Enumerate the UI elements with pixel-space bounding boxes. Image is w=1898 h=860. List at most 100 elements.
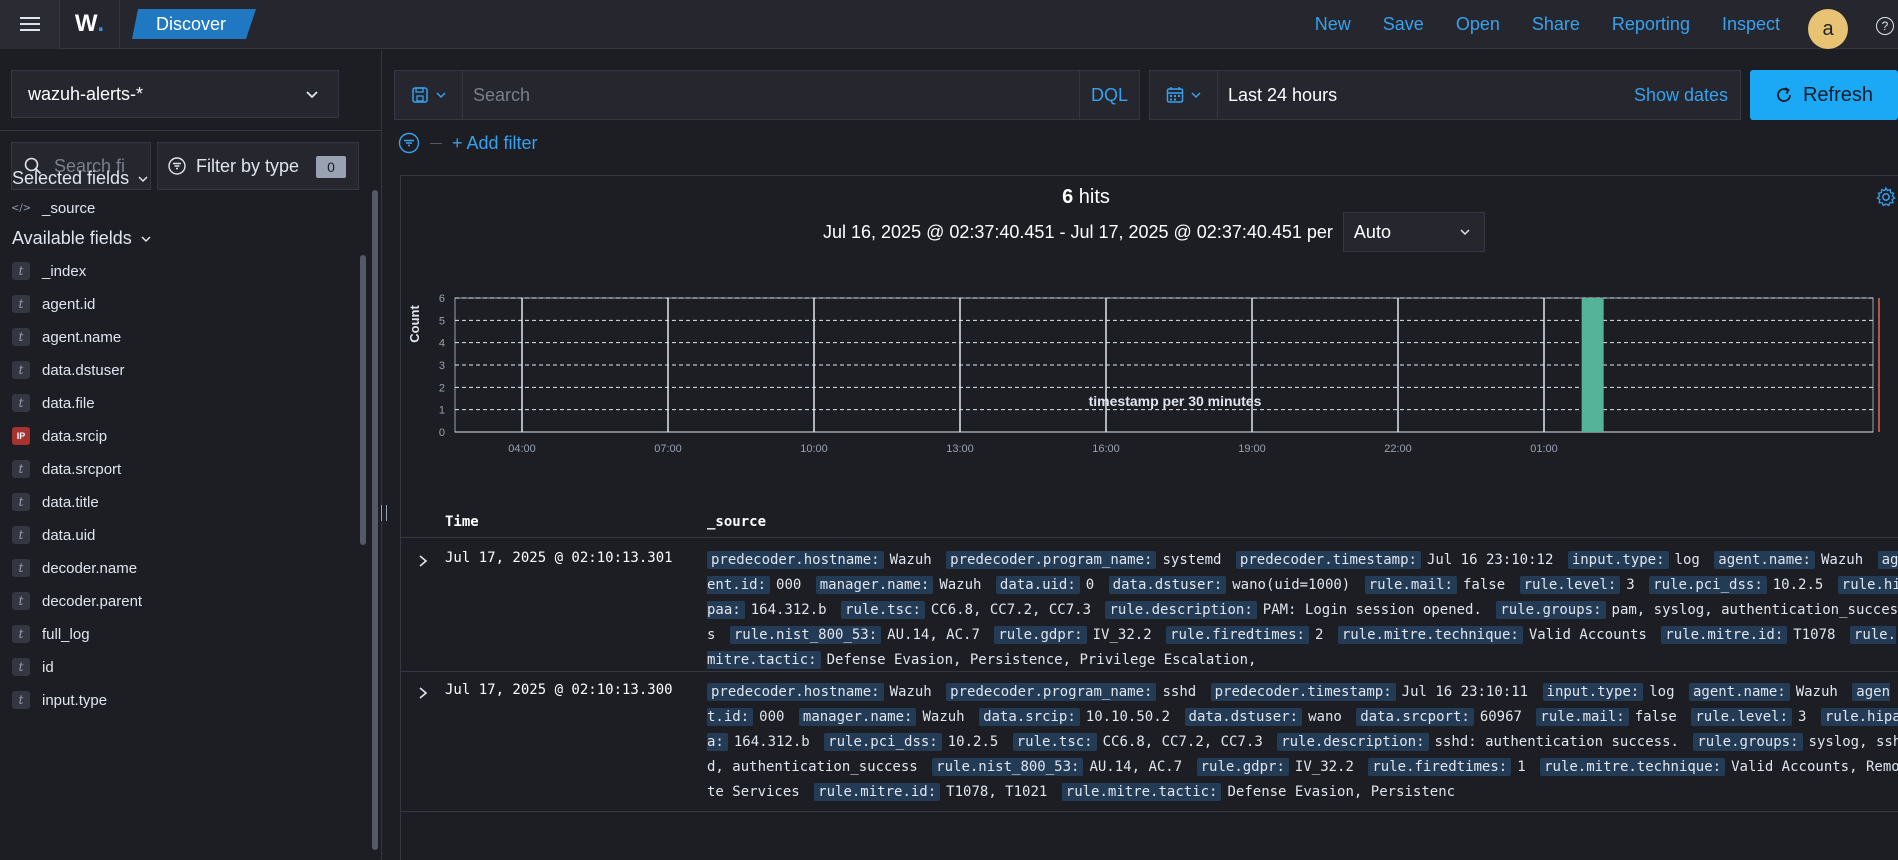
field-item[interactable]: t decoder.name	[12, 557, 137, 579]
wazuh-logo[interactable]: W.	[60, 0, 120, 49]
inspect-link[interactable]: Inspect	[1722, 14, 1780, 35]
field-item[interactable]: t full_log	[12, 623, 90, 645]
col-source[interactable]: _source	[707, 514, 766, 530]
dql-toggle[interactable]: DQL	[1079, 71, 1139, 119]
x-tick-label: 07:00	[654, 443, 682, 455]
source-field-key[interactable]: predecoder.hostname:	[707, 683, 884, 701]
source-field-key[interactable]: data.dstuser:	[1108, 576, 1227, 594]
source-field-key[interactable]: rule.description:	[1277, 733, 1429, 751]
field-item[interactable]: t data.srcport	[12, 458, 121, 480]
gear-icon[interactable]	[1875, 186, 1897, 208]
filter-by-type-button[interactable]: Filter by type 0	[157, 142, 359, 190]
index-pattern-select[interactable]: wazuh-alerts-*	[11, 70, 339, 118]
sidebar-scrollbar[interactable]	[372, 190, 378, 850]
source-field-key[interactable]: rule.pci_dss:	[824, 733, 942, 751]
source-field-key[interactable]: predecoder.timestamp:	[1235, 551, 1421, 569]
show-dates-link[interactable]: Show dates	[1634, 85, 1740, 106]
source-field-key[interactable]: rule.level:	[1691, 708, 1793, 726]
field-item[interactable]: IP data.srcip	[12, 425, 107, 447]
source-field-key[interactable]: rule.groups:	[1496, 601, 1606, 619]
source-field-value: false	[1634, 709, 1677, 725]
source-field: data.srcport: 60967	[1356, 708, 1528, 726]
calendar-icon	[1166, 87, 1183, 103]
new-link[interactable]: New	[1315, 14, 1351, 35]
source-field-key[interactable]: agent.name:	[1688, 683, 1790, 701]
refresh-button[interactable]: Refresh	[1750, 70, 1898, 120]
source-field-key[interactable]: input.type:	[1542, 683, 1644, 701]
saved-queries-button[interactable]	[395, 71, 463, 119]
selected-fields-toggle[interactable]: Selected fields	[12, 168, 149, 189]
source-field-key[interactable]: agent.name:	[1714, 551, 1815, 569]
field-item[interactable]: t input.type	[12, 689, 107, 711]
available-fields-toggle[interactable]: Available fields	[12, 228, 152, 249]
field-item[interactable]: t data.uid	[12, 524, 95, 546]
menu-button[interactable]	[0, 0, 60, 49]
source-field-value: T1078, T1021	[946, 784, 1048, 800]
field-item[interactable]: t id	[12, 656, 54, 678]
field-item[interactable]: t data.file	[12, 392, 95, 414]
field-item[interactable]: t agent.name	[12, 326, 121, 348]
add-filter-button[interactable]: + Add filter	[452, 133, 538, 154]
source-field-key[interactable]: manager.name:	[798, 708, 917, 726]
source-field-key[interactable]: rule.mail:	[1536, 708, 1629, 726]
source-field-key[interactable]: predecoder.program_name:	[946, 683, 1157, 701]
field-item[interactable]: t decoder.parent	[12, 590, 142, 612]
source-field-key[interactable]: input.type:	[1567, 551, 1669, 569]
source-field-value: Wazuh	[1820, 552, 1864, 568]
source-field-key[interactable]: rule.nist_800_53:	[729, 626, 882, 644]
source-field-key[interactable]: rule.pci_dss:	[1649, 576, 1767, 594]
field-item[interactable]: t data.title	[12, 491, 99, 513]
source-field-key[interactable]: rule.firedtimes:	[1166, 626, 1309, 644]
source-field-key[interactable]: rule.tsc:	[1012, 733, 1097, 751]
source-field-key[interactable]: data.dstuser:	[1184, 708, 1303, 726]
histogram-bar[interactable]	[1581, 298, 1604, 432]
source-field-key[interactable]: rule.mail:	[1364, 576, 1457, 594]
source-field-key[interactable]: rule.groups:	[1693, 733, 1803, 751]
source-field-key[interactable]: rule.description:	[1105, 601, 1257, 619]
source-field-key[interactable]: rule.level:	[1519, 576, 1621, 594]
source-field-key[interactable]: rule.mitre.technique:	[1337, 626, 1523, 644]
reporting-link[interactable]: Reporting	[1612, 14, 1690, 35]
avatar[interactable]: a	[1808, 9, 1848, 49]
source-field-value: Jul 16 23:10:12	[1426, 552, 1554, 568]
source-field-key[interactable]: data.uid:	[995, 576, 1080, 594]
source-field-key[interactable]: rule.firedtimes:	[1368, 758, 1512, 776]
source-field-key[interactable]: rule.nist_800_53:	[932, 758, 1084, 776]
source-field-key[interactable]: predecoder.program_name:	[946, 551, 1157, 569]
help-icon[interactable]: ?	[1876, 17, 1894, 35]
source-field-key[interactable]: rule.tsc:	[841, 601, 925, 619]
date-range-value[interactable]: Last 24 hours	[1218, 85, 1634, 106]
chevron-right-icon[interactable]	[417, 686, 429, 700]
col-time[interactable]: Time	[445, 514, 479, 530]
source-field-key[interactable]: predecoder.hostname:	[707, 551, 884, 569]
filter-options-icon[interactable]	[398, 132, 420, 154]
source-field-key[interactable]: data.srcip:	[979, 708, 1080, 726]
chevron-right-icon[interactable]	[417, 554, 429, 568]
source-field-key[interactable]: rule.gdpr:	[1196, 758, 1289, 776]
source-field-key[interactable]: rule.gdpr:	[994, 626, 1087, 644]
save-link[interactable]: Save	[1383, 14, 1424, 35]
source-field-value: Jul 16 23:10:11	[1401, 684, 1529, 700]
open-link[interactable]: Open	[1456, 14, 1500, 35]
breadcrumb-discover[interactable]: Discover	[132, 9, 256, 39]
source-field-key[interactable]: rule.mitre.id:	[1661, 626, 1788, 644]
field-list-scrollbar[interactable]	[360, 255, 366, 545]
source-field-key[interactable]: manager.name:	[815, 576, 934, 594]
source-field-key[interactable]: data.srcport:	[1356, 708, 1474, 726]
share-link[interactable]: Share	[1532, 14, 1580, 35]
quick-select-button[interactable]	[1150, 71, 1218, 119]
interval-select[interactable]: Auto	[1342, 212, 1485, 252]
field-item[interactable]: t agent.id	[12, 293, 95, 315]
source-field-key[interactable]: rule.mitre.tactic:	[1061, 783, 1222, 801]
hits-number: 6	[1062, 186, 1074, 208]
field-item[interactable]: t data.dstuser	[12, 359, 125, 381]
source-field-value: sshd: authentication success.	[1434, 734, 1679, 750]
field-item-source[interactable]: </> _source	[11, 197, 95, 219]
field-item[interactable]: t _index	[12, 260, 86, 282]
source-field-key[interactable]: rule.mitre.id:	[814, 783, 941, 801]
source-field-value: 10.2.5	[1772, 577, 1824, 593]
search-input[interactable]: Search	[463, 85, 1079, 106]
source-field-key[interactable]: rule.mitre.technique:	[1540, 758, 1726, 776]
source-field-key[interactable]: predecoder.timestamp:	[1210, 683, 1396, 701]
sidebar-resize-handle[interactable]	[381, 505, 387, 521]
